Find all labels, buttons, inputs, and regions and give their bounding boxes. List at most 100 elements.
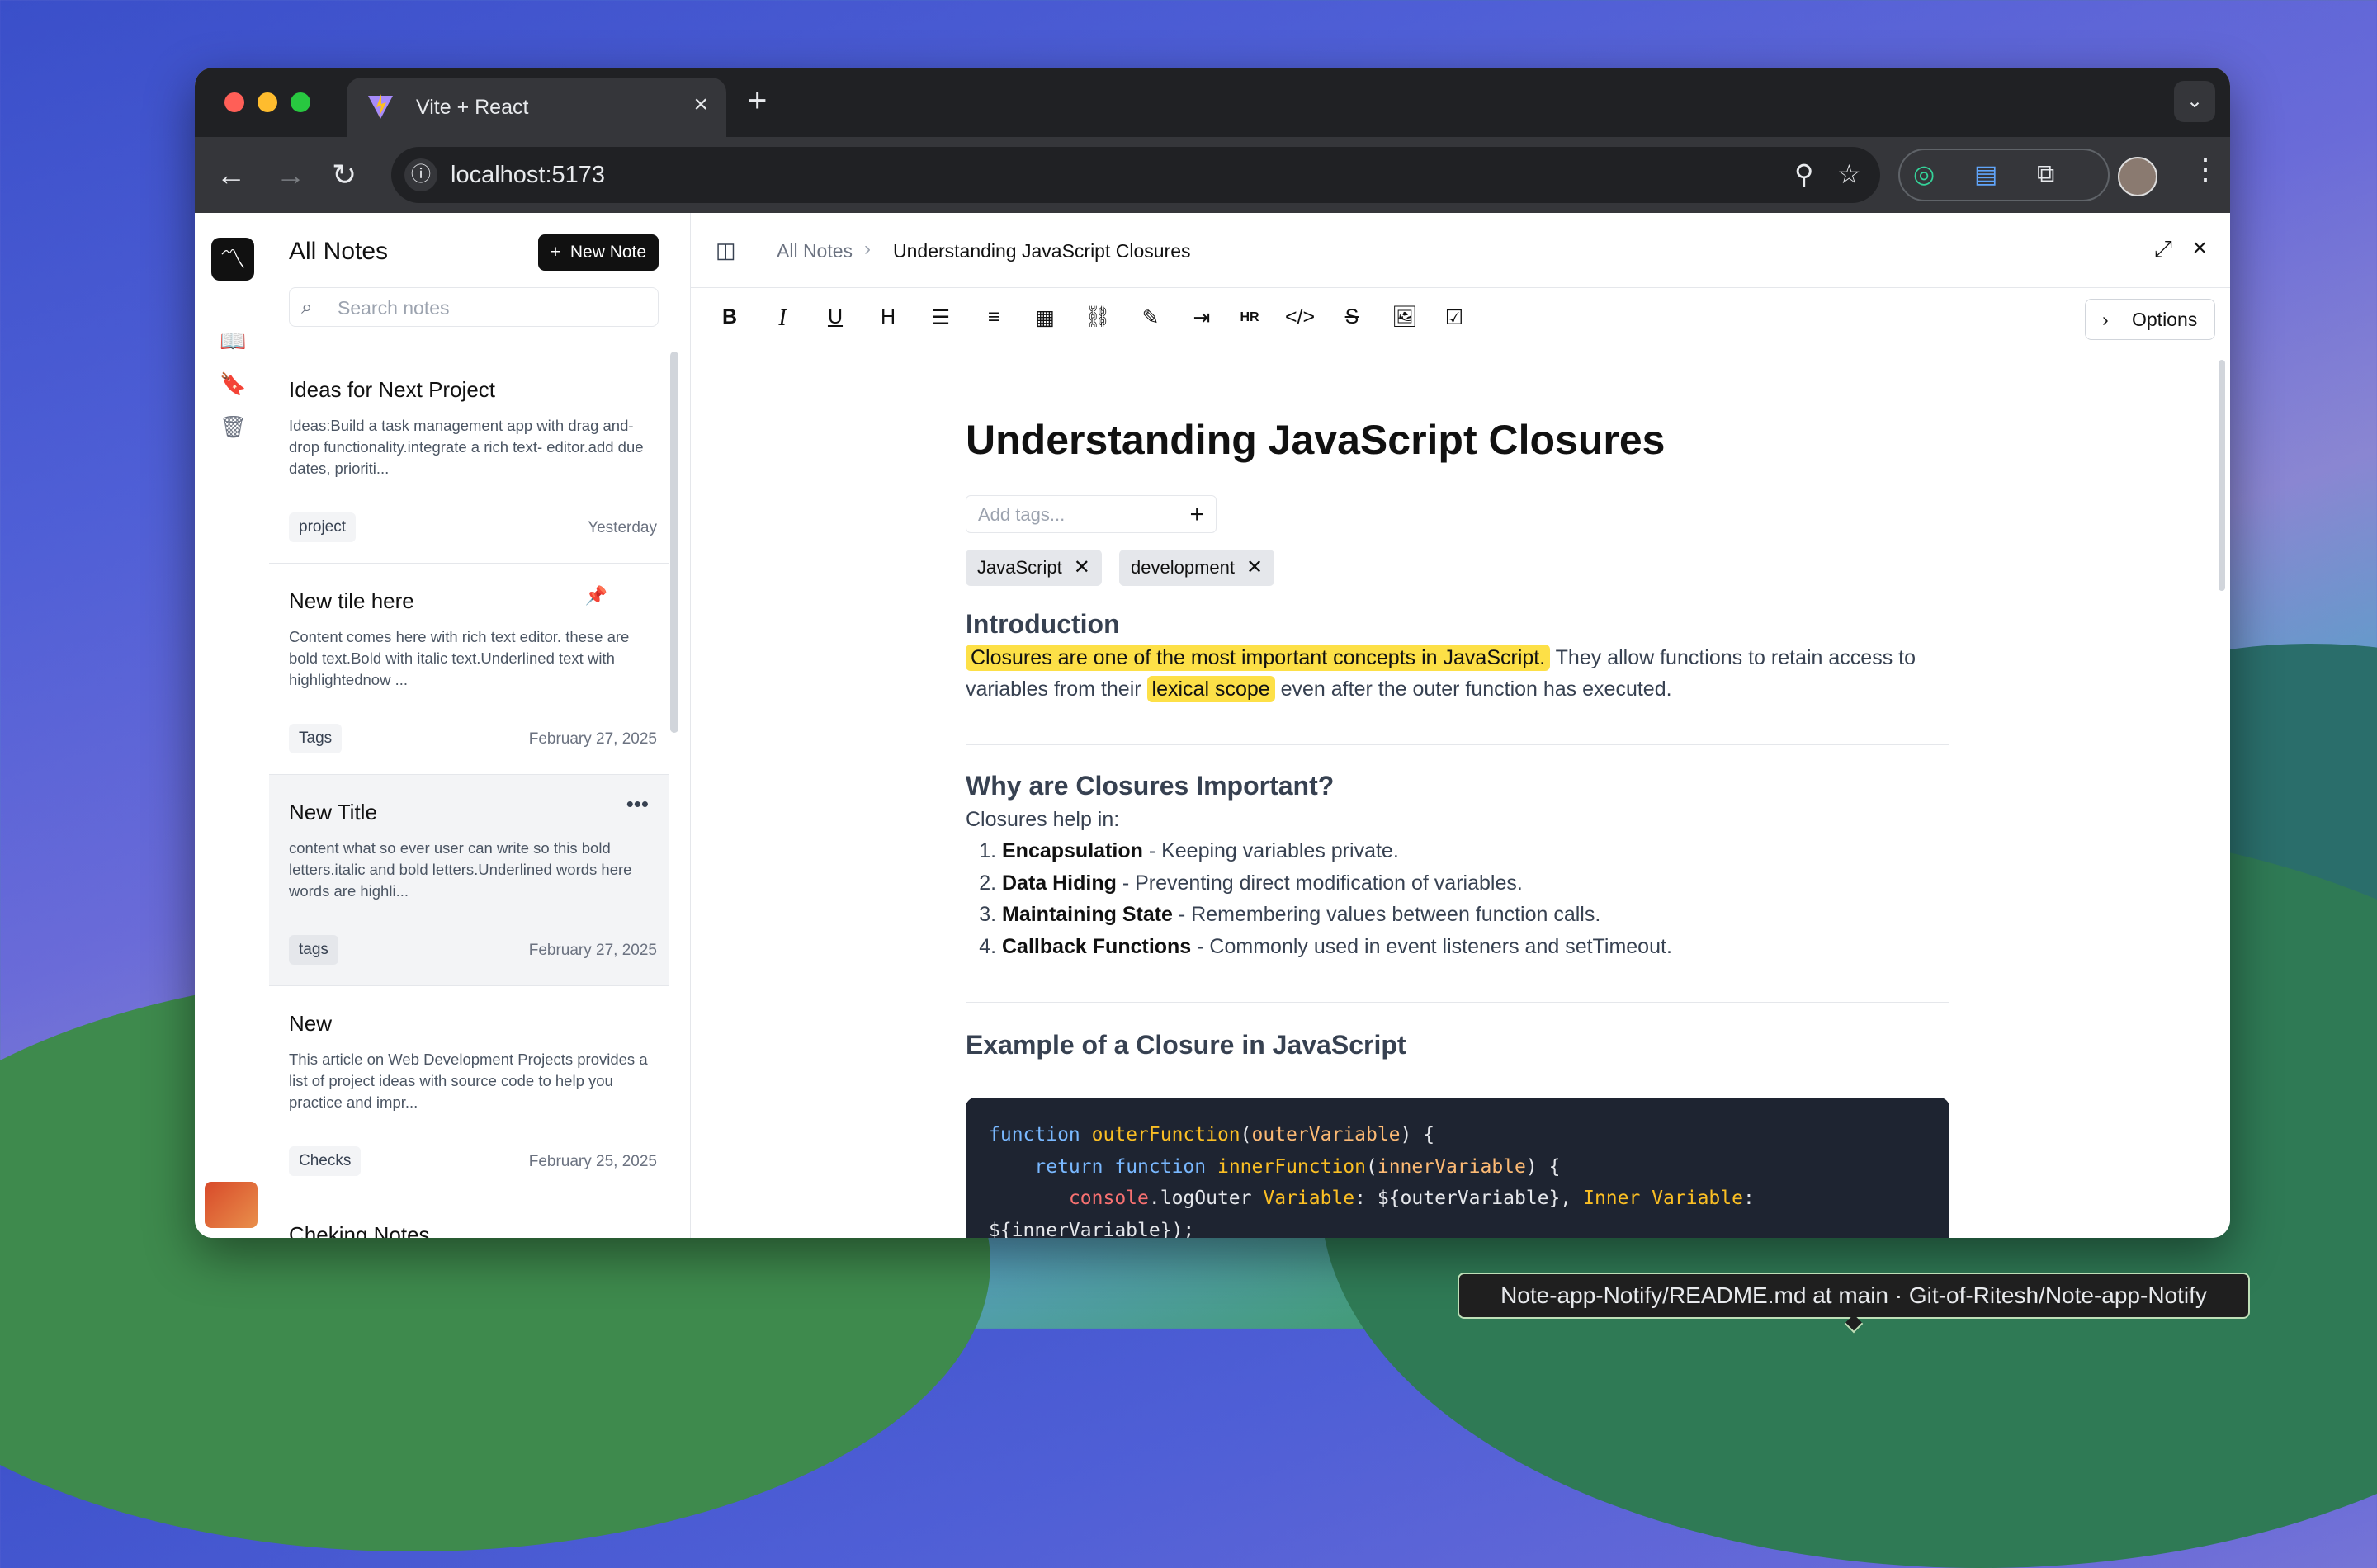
code-function: innerFunction (1217, 1155, 1366, 1178)
pin-icon[interactable]: 📌 (585, 585, 607, 607)
code-keyword: return (1034, 1155, 1103, 1178)
options-button[interactable]: › Options (2085, 299, 2215, 340)
align-center-icon[interactable]: ≡ (980, 305, 1008, 329)
zoom-icon[interactable]: ⚲ (1794, 158, 1813, 190)
tag-chip-label: JavaScript (977, 557, 1062, 578)
editor-header: ◫ All Notes › Understanding JavaScript C… (691, 213, 2230, 288)
editor-scrollbar[interactable] (2219, 360, 2225, 591)
search-box: ⌕ (289, 287, 659, 328)
extension-docs-icon[interactable]: ▤ (1974, 160, 1997, 189)
note-item[interactable]: New Title ••• content what so ever user … (269, 774, 669, 985)
bold-icon[interactable]: B (716, 305, 744, 329)
notebook-icon[interactable]: 📖 (220, 328, 246, 354)
strikethrough-icon[interactable]: S (1338, 305, 1366, 329)
heading-icon[interactable]: H (874, 305, 902, 329)
highlighted-text: lexical scope (1146, 676, 1275, 702)
list-scrollbar[interactable] (670, 352, 678, 733)
checklist-icon[interactable]: ☑ (1440, 305, 1468, 330)
app-logo-icon[interactable]: 〽 (211, 238, 254, 281)
extensions-puzzle-icon[interactable]: ⧉ (2037, 160, 2054, 188)
indent-icon[interactable]: ⇥ (1188, 305, 1216, 330)
format-toolbar: B I U H ☰ ≡ ▦ ⛓ ✎ ⇥ HR </> S 🖼 ☑ › Optio… (691, 287, 2230, 352)
list-term: Data Hiding (1002, 871, 1117, 895)
close-icon[interactable]: × (2192, 234, 2207, 262)
address-bar[interactable]: ⓘ localhost:5173 ⚲ ☆ (391, 147, 1880, 203)
highlight-icon[interactable]: ✎ (1137, 305, 1165, 330)
search-input[interactable] (336, 288, 653, 328)
note-title: New tile here (289, 588, 414, 613)
tab-search-button[interactable]: ⌄ (2174, 81, 2215, 122)
close-window-button[interactable] (224, 92, 244, 112)
back-icon[interactable]: ← (216, 153, 246, 196)
url-text: localhost:5173 (451, 162, 606, 188)
breadcrumb-root[interactable]: All Notes (777, 240, 853, 262)
note-item[interactable]: Cheking Notes (269, 1197, 669, 1238)
note-date: Yesterday (588, 519, 657, 536)
add-tag-icon[interactable]: + (1189, 501, 1204, 529)
note-item[interactable]: Ideas for Next Project Ideas:Build a tas… (269, 352, 669, 563)
site-info-icon[interactable]: ⓘ (404, 158, 437, 191)
underline-icon[interactable]: U (821, 305, 849, 329)
note-excerpt: content what so ever user can write so t… (289, 839, 632, 900)
browser-window: Vite + React × + ⌄ ← → ↻ ⓘ localhost:517… (195, 68, 2230, 1238)
bookmark-star-icon[interactable]: ☆ (1837, 158, 1861, 190)
nav-rail: 〽 📖 🔖 🗑 (195, 213, 270, 1238)
editor-content[interactable]: Understanding JavaScript Closures + Java… (691, 352, 2230, 1238)
note-excerpt: Content comes here with rich text editor… (289, 628, 630, 688)
note-title: Cheking Notes (289, 1222, 430, 1238)
remove-tag-icon[interactable]: ✕ (1246, 556, 1263, 579)
code-icon[interactable]: </> (1285, 305, 1315, 329)
horizontal-rule (966, 1002, 1949, 1003)
new-note-label: New Note (569, 243, 647, 262)
browser-tab[interactable]: Vite + React × (347, 78, 726, 137)
note-tag: Tags (289, 724, 343, 753)
options-label: Options (2132, 309, 2198, 330)
link-icon[interactable]: ⛓ (1084, 305, 1112, 329)
remove-tag-icon[interactable]: ✕ (1074, 556, 1090, 579)
code-function: Variable (1263, 1188, 1355, 1209)
new-tab-button[interactable]: + (748, 83, 767, 119)
code-block[interactable]: function outerFunction(outerVariable) { … (966, 1098, 1949, 1238)
chevron-right-icon: › (2102, 309, 2109, 330)
bookmark-icon[interactable]: 🔖 (220, 371, 246, 397)
sidebar-toggle-icon[interactable]: ◫ (716, 238, 736, 263)
expand-icon[interactable]: ⤢ (2154, 236, 2172, 263)
horizontal-rule-icon[interactable]: HR (1236, 310, 1264, 325)
vite-logo-icon (368, 94, 393, 119)
close-tab-icon[interactable]: × (693, 91, 708, 119)
bullet-list-icon[interactable]: ☰ (927, 305, 955, 330)
code-text: ) { (1525, 1155, 1561, 1178)
note-item[interactable]: New This article on Web Development Proj… (269, 985, 669, 1197)
tag-input[interactable] (976, 496, 1178, 534)
zoom-window-button[interactable] (291, 92, 310, 112)
chevron-right-icon: › (864, 238, 871, 260)
reload-icon[interactable]: ↻ (332, 153, 357, 196)
note-title-heading[interactable]: Understanding JavaScript Closures (966, 416, 1665, 464)
new-note-button[interactable]: + New Note (538, 234, 659, 271)
note-tag: project (289, 512, 357, 542)
user-avatar[interactable] (205, 1182, 258, 1228)
intro-paragraph: Closures are one of the most important c… (966, 642, 1949, 705)
code-function: outerFunction (1091, 1124, 1240, 1145)
browser-menu-icon[interactable]: ⋮ (2190, 152, 2220, 187)
note-excerpt: This article on Web Development Projects… (289, 1051, 648, 1111)
italic-icon[interactable]: I (768, 305, 796, 332)
minimize-window-button[interactable] (258, 92, 277, 112)
code-text: .logOuter (1148, 1188, 1264, 1209)
profile-avatar[interactable] (2118, 157, 2157, 196)
notes-list-panel: All Notes + New Note ⌕ Ideas for Next Pr… (269, 213, 691, 1238)
breadcrumb-current: Understanding JavaScript Closures (893, 240, 1191, 262)
highlighted-text: Closures are one of the most important c… (966, 645, 1551, 671)
note-item[interactable]: New tile here 📌 Content comes here with … (269, 563, 669, 774)
table-icon[interactable]: ▦ (1031, 305, 1059, 330)
list-desc: - Keeping variables private. (1142, 839, 1399, 862)
link-tooltip: Note-app-Notify/README.md at main · Git-… (1458, 1273, 2250, 1319)
note-date: February 27, 2025 (528, 730, 657, 748)
extensions-group: ◎ ▤ ⧉ (1898, 149, 2110, 201)
note-date: February 27, 2025 (528, 942, 657, 959)
more-options-icon[interactable]: ••• (626, 791, 649, 817)
forward-icon[interactable]: → (276, 153, 305, 196)
trash-icon[interactable]: 🗑 (220, 414, 247, 440)
image-icon[interactable]: 🖼 (1391, 305, 1419, 329)
extension-ring-icon[interactable]: ◎ (1913, 160, 1935, 189)
